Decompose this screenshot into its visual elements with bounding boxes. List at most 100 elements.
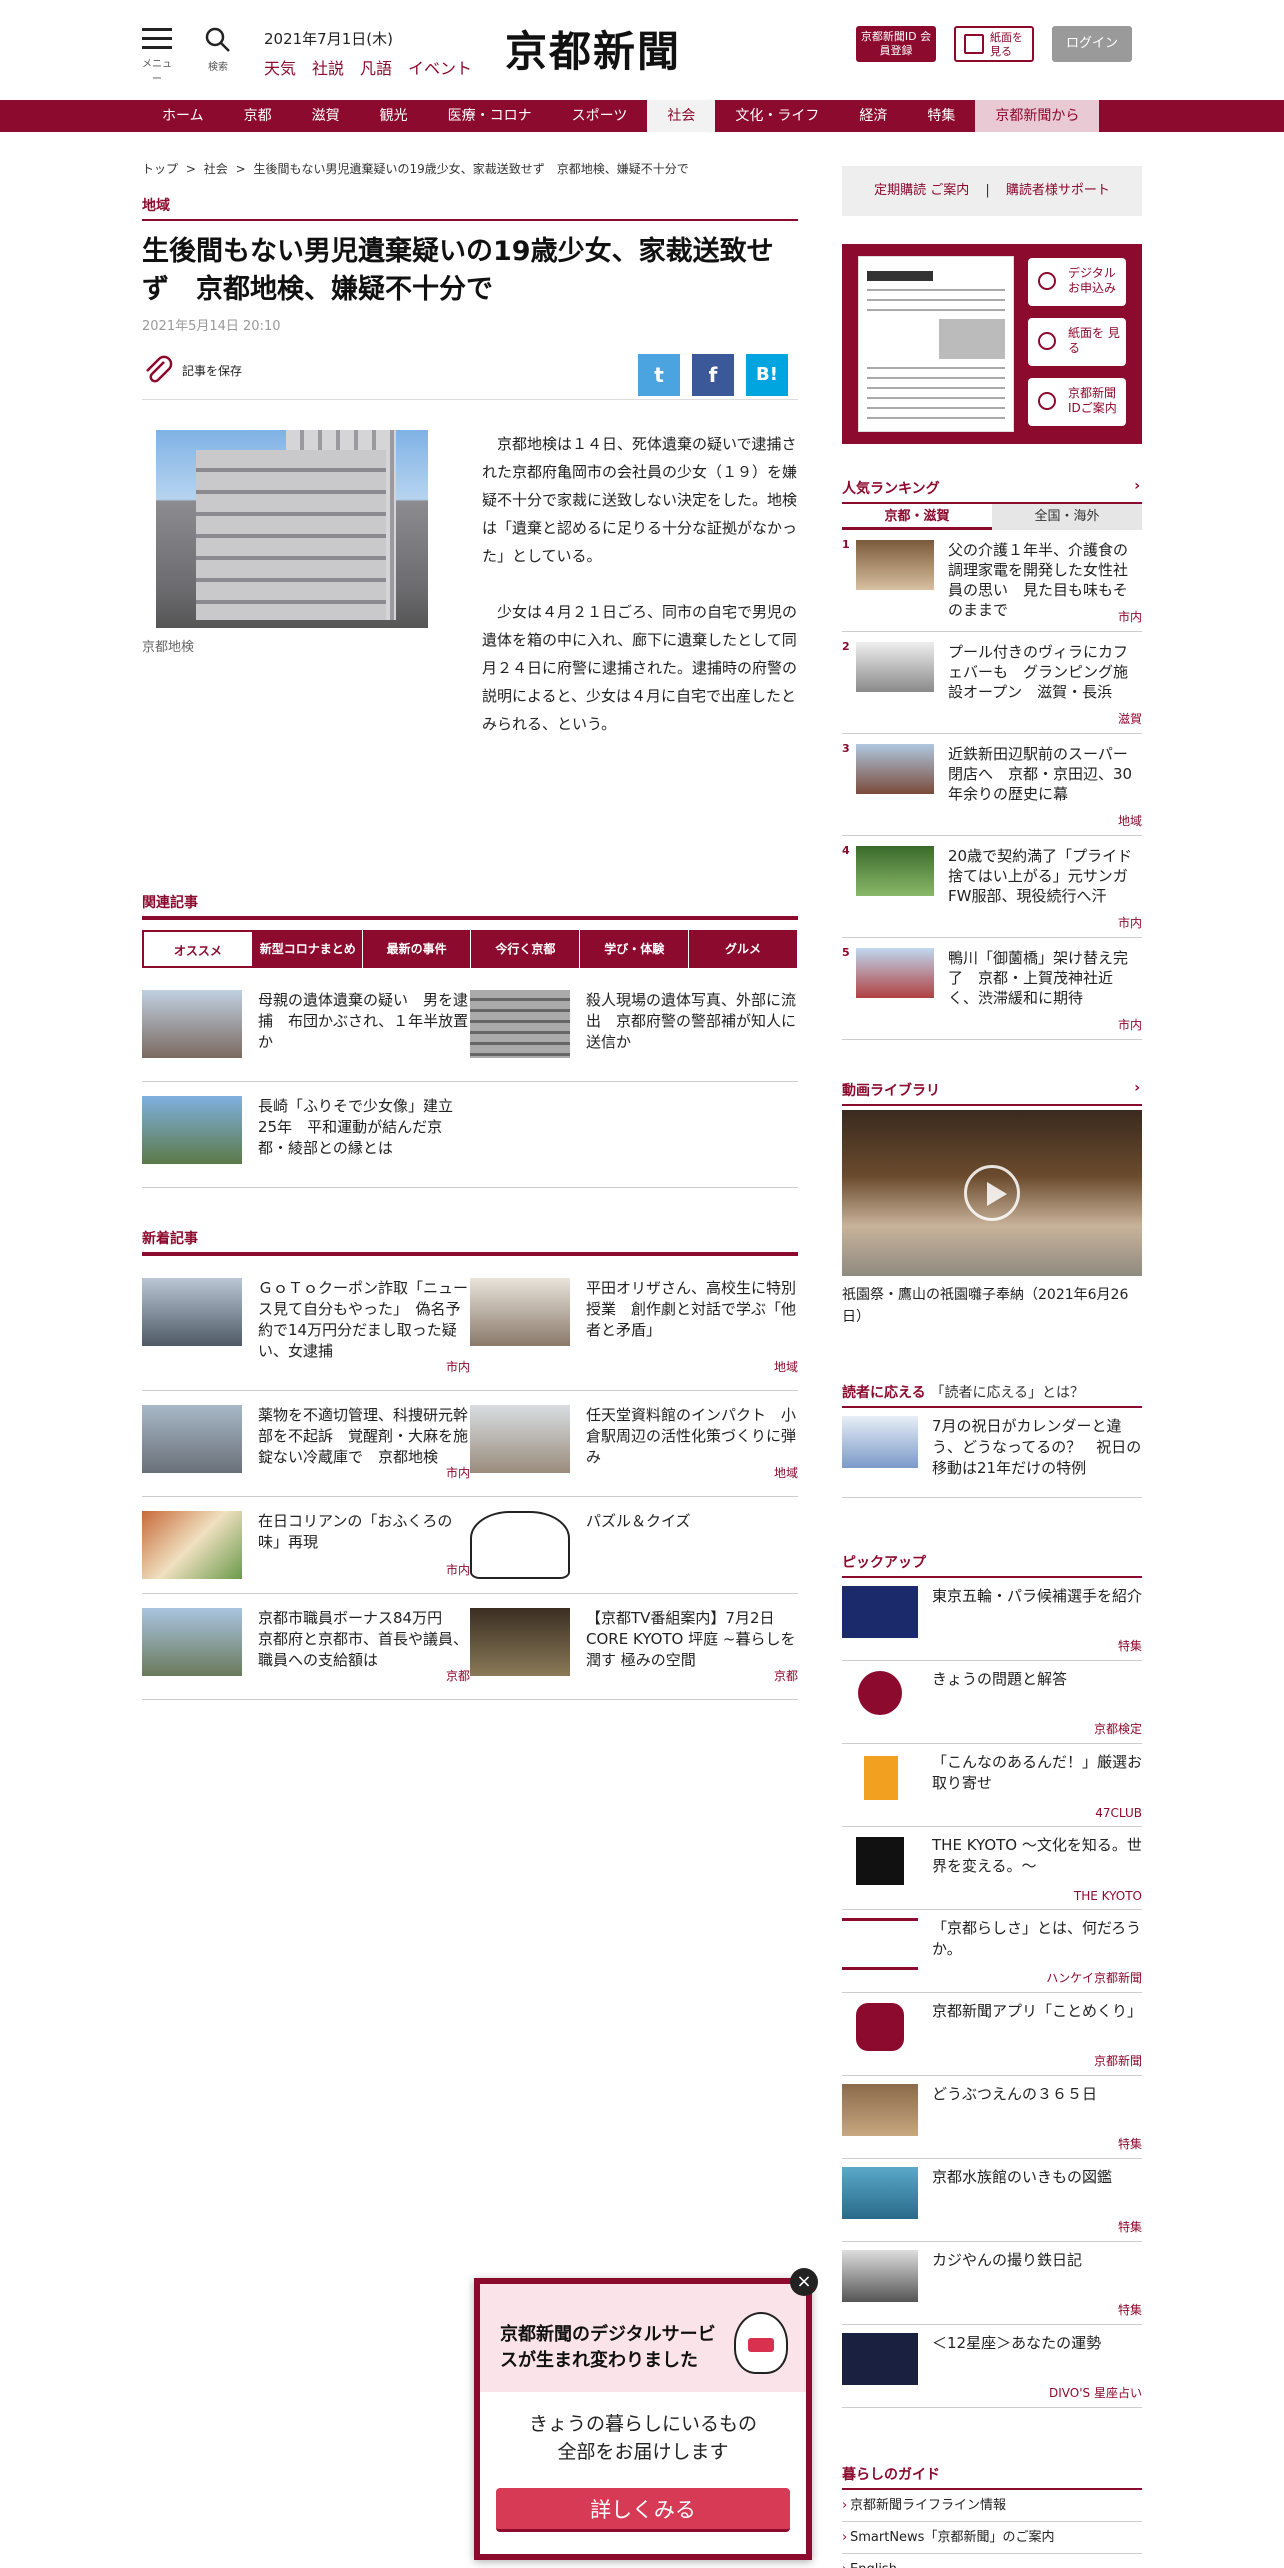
ranking-item[interactable]: 5 鴨川「御薗橋」架け替え完了 京都・上賀茂神社近く、渋滞緩和に期待 市内 (842, 938, 1142, 1040)
pickup-item[interactable]: ＜12星座＞あなたの運勢 DIVO'S 星座占い (842, 2325, 1142, 2408)
tab-incidents[interactable]: 最新の事件 (362, 930, 472, 968)
guide-link[interactable]: SmartNews「京都新聞」のご案内 (842, 2522, 1142, 2554)
article-category[interactable]: 地域 (142, 195, 798, 221)
related-item[interactable]: 長崎「ふりそで少女像」建立25年 平和運動が結んだ京都・綾部との縁とは (142, 1082, 470, 1188)
close-icon[interactable]: × (790, 2268, 818, 2296)
id-info-button[interactable]: 京都新聞 IDご案内 (1028, 378, 1126, 426)
newest-thumb (142, 1608, 242, 1676)
paper-view-label: 紙面を見る (990, 31, 1023, 58)
nav-medical[interactable]: 医療・コロナ (428, 100, 552, 132)
newest-item[interactable]: 平田オリザさん、高校生に特別授業 創作劇と対話で学ぶ「他者と矛盾」 地域 (470, 1264, 798, 1391)
ranking-item[interactable]: 1 父の介護１年半、介護食の調理家電を開発した女性社員の思い 見た目も味もそのまま… (842, 530, 1142, 632)
newest-item[interactable]: 【京都TV番組案内】7月2日 CORE KYOTO 坪庭 ~暮らしを潤す 極みの… (470, 1594, 798, 1700)
nav-culture[interactable]: 文化・ライフ (715, 100, 839, 132)
newest-tag: 市内 (445, 1360, 470, 1374)
nav-shiga[interactable]: 滋賀 (292, 100, 360, 132)
ranking-item[interactable]: 4 20歳で契約満了「プライド捨てはい上がる」元サンガFW服部、現役続行へ汗 市内 (842, 836, 1142, 938)
newest-item[interactable]: 京都市職員ボーナス84万円 京都府と京都市、首長や議員、職員への支給額は 京都 (142, 1594, 470, 1700)
link-bongo[interactable]: 凡語 (360, 59, 392, 78)
popup-details-button[interactable]: 詳しくみる (496, 2488, 790, 2532)
47club-logo (842, 1752, 918, 1804)
reader-about-link[interactable]: 「読者に応える」とは？ (930, 1385, 1084, 1401)
tab-go-kyoto[interactable]: 今行く京都 (471, 930, 581, 968)
subscribe-link[interactable]: 定期購読 ご案内 (874, 183, 969, 198)
pickup-item[interactable]: カジやんの撮り鉄日記 特集 (842, 2242, 1142, 2325)
related-text: 母親の遺体遺棄の疑い 男を逮捕 布団かぶされ、１年半放置か (258, 991, 469, 1051)
newest-item[interactable]: 在日コリアンの「おふくろの味」再現 市内 (142, 1497, 470, 1594)
pickup-item[interactable]: THE KYOTO ～文化を知る。世界を変える。～ THE KYOTO (842, 1827, 1142, 1910)
twitter-share-button[interactable]: t (638, 354, 680, 396)
newest-item[interactable]: パズル＆クイズ (470, 1497, 798, 1594)
tab-recommended[interactable]: オススメ (142, 930, 254, 968)
devices-icon (1038, 332, 1056, 350)
nav-tourism[interactable]: 観光 (360, 100, 428, 132)
nav-kyoto[interactable]: 京都 (224, 100, 292, 132)
nav-sports[interactable]: スポーツ (552, 100, 648, 132)
reader-item[interactable]: 7月の祝日がカレンダーと違う、どうなってるの？ 祝日の移動は21年だけの特例 (842, 1408, 1142, 1498)
newest-item[interactable]: ＧｏＴｏクーポン詐取「ニュース見て自分もやった」 偽名予約で14万円分だまし取っ… (142, 1264, 470, 1391)
nav-economy[interactable]: 経済 (839, 100, 907, 132)
article-photo[interactable] (156, 430, 428, 628)
pickup-text: 「こんなのあるんだ！」厳選お取り寄せ (932, 1753, 1143, 1792)
ranking-item[interactable]: 3 近鉄新田辺駅前のスーパー閉店へ 京都・京田辺、30年余りの歴史に幕 地域 (842, 734, 1142, 836)
photo-caption: 京都地検 (142, 640, 195, 655)
rank-thumb (856, 540, 934, 590)
related-thumb (142, 990, 242, 1058)
related-item[interactable]: 母親の遺体遺棄の疑い 男を逮捕 布団かぶされ、１年半放置か (142, 976, 470, 1082)
link-editorial[interactable]: 社説 (312, 59, 344, 78)
tab-covid[interactable]: 新型コロナまとめ (253, 930, 363, 968)
newest-text: 京都市職員ボーナス84万円 京都府と京都市、首長や議員、職員への支給額は (258, 1609, 469, 1669)
nav-from-kyoto-np[interactable]: 京都新聞から (975, 100, 1100, 132)
site-logo[interactable]: 京都新聞 (505, 18, 681, 79)
pickup-item[interactable]: 京都新聞アプリ「ことめくり」 京都新聞 (842, 1993, 1142, 2076)
guide-link[interactable]: 京都新聞ライフライン情報 (842, 2490, 1142, 2522)
rank-number: 2 (842, 640, 850, 653)
video-thumbnail[interactable] (842, 1110, 1142, 1276)
digital-service-popup: 京都新聞のデジタルサービスが生まれ変わりました きょうの暮らしにいるもの 全部を… (474, 2278, 812, 2560)
support-link[interactable]: 購読者様サポート (1006, 183, 1110, 198)
newspaper-preview[interactable] (858, 256, 1014, 432)
tab-learning[interactable]: 学び・体験 (580, 930, 690, 968)
pickup-item[interactable]: どうぶつえんの３６５日 特集 (842, 2076, 1142, 2159)
newest-item[interactable]: 任天堂資料館のインパクト 小倉駅周辺の活性化策づくりに弾み 地域 (470, 1391, 798, 1497)
facebook-share-button[interactable]: f (692, 354, 734, 396)
related-title: 関連記事 (142, 892, 798, 920)
ranking-item[interactable]: 2 プール付きのヴィラにカフェバーも グランピング施設オープン 滋賀・長浜 滋賀 (842, 632, 1142, 734)
tokyo2020-logo (842, 1586, 918, 1638)
ranking-tab-national[interactable]: 全国・海外 (992, 504, 1142, 530)
save-article-button[interactable]: 記事を保存 (142, 354, 242, 386)
related-item[interactable]: 殺人現場の遺体写真、外部に流出 京都府警の警部補が知人に送信か (470, 976, 798, 1082)
nav-home[interactable]: ホーム (142, 100, 224, 132)
pickup-item[interactable]: 「こんなのあるんだ！」厳選お取り寄せ 47CLUB (842, 1744, 1142, 1827)
newest-item[interactable]: 薬物を不適切管理、科捜研元幹部を不起訴 覚醒剤・大麻を施錠ない冷蔵庫で 京都地検… (142, 1391, 470, 1497)
video-caption[interactable]: 祇園祭・鷹山の祇園囃子奉納（2021年6月26日） (842, 1284, 1142, 1328)
pickup-item[interactable]: 「京都らしさ」とは、何だろうか。 ハンケイ京都新聞 (842, 1910, 1142, 1993)
login-button[interactable]: ログイン (1052, 26, 1132, 62)
nav-society[interactable]: 社会 (647, 100, 716, 132)
crumb-society[interactable]: 社会 (204, 162, 228, 176)
digital-apply-button[interactable]: デジタル お申込み (1028, 258, 1126, 306)
paper-view-button[interactable]: 紙面を見る (954, 26, 1034, 62)
search-button[interactable]: 検索 (200, 26, 236, 73)
nav-special[interactable]: 特集 (907, 100, 975, 132)
pickup-item[interactable]: きょうの問題と解答 京都検定 (842, 1661, 1142, 1744)
tab-gourmet[interactable]: グルメ (689, 930, 798, 968)
link-weather[interactable]: 天気 (264, 59, 296, 78)
reader-section-title: 読者に応える 「読者に応える」とは？ (842, 1382, 1142, 1408)
newest-articles: 新着記事 ＧｏＴｏクーポン詐取「ニュース見て自分もやった」 偽名予約で14万円分… (142, 1228, 798, 1700)
search-label: 検索 (208, 62, 228, 73)
ranking-title[interactable]: 人気ランキング › (842, 478, 1142, 504)
newest-thumb (142, 1405, 242, 1473)
pickup-item[interactable]: 東京五輪・パラ候補選手を紹介 特集 (842, 1578, 1142, 1661)
id-register-button[interactable]: 京都新聞ID 会員登録 (856, 26, 936, 62)
pickup-tag: 特集 (1117, 2220, 1142, 2234)
menu-button[interactable]: メニュー (140, 28, 174, 85)
view-paper-button[interactable]: 紙面を 見る (1028, 318, 1126, 366)
link-events[interactable]: イベント (408, 59, 472, 78)
guide-link[interactable]: English (842, 2554, 1142, 2568)
hatena-share-button[interactable]: B! (746, 354, 788, 396)
ranking-tab-local[interactable]: 京都・滋賀 (842, 504, 992, 530)
pickup-item[interactable]: 京都水族館のいきもの図鑑 特集 (842, 2159, 1142, 2242)
crumb-top[interactable]: トップ (142, 162, 178, 176)
video-library-title[interactable]: 動画ライブラリ › (842, 1080, 1142, 1106)
